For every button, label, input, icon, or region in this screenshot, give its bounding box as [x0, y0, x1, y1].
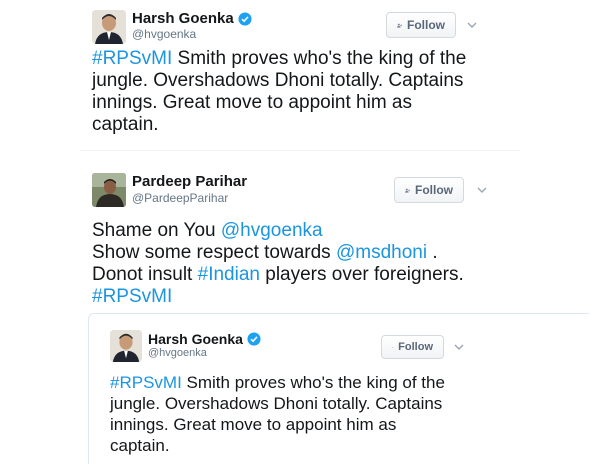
add-user-icon: [397, 20, 402, 31]
follow-button-label: Follow: [398, 341, 433, 353]
hashtag-link[interactable]: #Indian: [198, 264, 260, 285]
avatar-image: [110, 330, 142, 362]
avatar-image: [92, 10, 126, 44]
verified-badge-icon: [238, 12, 252, 26]
avatar-harsh-goenka[interactable]: [92, 10, 126, 44]
tweet-text-line: #RPSvMI Smith proves who's the king of t…: [92, 48, 466, 70]
mention-link[interactable]: @msdhoni: [336, 242, 427, 263]
avatar-image: [92, 173, 126, 207]
chevron-down-icon[interactable]: [477, 186, 487, 194]
tweet-text-line: Shame on You @hvgoenka: [92, 220, 464, 242]
user-handle[interactable]: @hvgoenka: [132, 27, 196, 41]
chevron-down-icon[interactable]: [454, 343, 464, 351]
display-name[interactable]: Harsh Goenka: [148, 331, 261, 347]
tweet-text-segment: Donot insult: [92, 264, 198, 285]
tweet-text-segment: captain.: [110, 436, 170, 455]
hashtag-link[interactable]: #RPSvMI: [92, 48, 172, 69]
display-name-text: Pardeep Parihar: [132, 173, 247, 190]
user-handle[interactable]: @hvgoenka: [148, 347, 207, 359]
follow-button[interactable]: Follow: [381, 335, 444, 359]
tweet-text-segment: innings. Great move to appoint him as: [110, 415, 396, 434]
add-user-icon: [405, 185, 410, 196]
tweet-text-segment: Smith proves who's the king of the: [172, 48, 466, 69]
tweet-text-line: #RPSvMI: [92, 286, 464, 308]
follow-button[interactable]: Follow: [394, 177, 464, 203]
tweet-text-segment: Smith proves who's the king of the: [182, 373, 445, 392]
display-name[interactable]: Pardeep Parihar: [132, 173, 247, 190]
display-name-text: Harsh Goenka: [148, 331, 243, 347]
tweet-text-segment: Show some respect towards: [92, 242, 336, 263]
follow-button[interactable]: Follow: [386, 12, 456, 38]
display-name[interactable]: Harsh Goenka: [132, 10, 252, 27]
user-handle[interactable]: @PardeepParihar: [132, 191, 228, 205]
tweet-text-line: innings. Great move to appoint him as: [110, 414, 445, 435]
tweet-text-line: Show some respect towards @msdhoni .: [92, 242, 464, 264]
tweet-text-line: jungle. Overshadows Dhoni totally. Capta…: [110, 393, 445, 414]
tweet-text-segment: captain.: [92, 114, 159, 135]
tweet-text: Shame on You @hvgoenkaShow some respect …: [92, 220, 464, 308]
tweet-text-segment: jungle. Overshadows Dhoni totally. Capta…: [110, 394, 442, 413]
follow-button-label: Follow: [415, 183, 453, 197]
avatar-harsh-goenka[interactable]: [110, 330, 142, 362]
add-user-icon: [392, 342, 393, 353]
tweet-divider: [80, 150, 520, 151]
verified-badge-icon: [247, 332, 261, 346]
tweet-text: #RPSvMI Smith proves who's the king of t…: [92, 48, 466, 136]
tweet-text-line: captain.: [110, 435, 445, 456]
tweet-text: #RPSvMI Smith proves who's the king of t…: [110, 372, 445, 456]
tweet-text-line: Donot insult #Indian players over foreig…: [92, 264, 464, 286]
tweet-text-segment: innings. Great move to appoint him as: [92, 92, 412, 113]
tweet-text-segment: players over foreigners.: [260, 264, 464, 285]
tweet-text-line: captain.: [92, 114, 466, 136]
tweet-text-line: jungle. Overshadows Dhoni totally. Capta…: [92, 70, 466, 92]
hashtag-link[interactable]: #RPSvMI: [110, 373, 182, 392]
display-name-text: Harsh Goenka: [132, 10, 234, 27]
chevron-down-icon[interactable]: [467, 21, 477, 29]
hashtag-link[interactable]: #RPSvMI: [92, 286, 172, 307]
tweet-text-segment: .: [427, 242, 438, 263]
avatar-pardeep-parihar[interactable]: [92, 173, 126, 207]
follow-button-label: Follow: [407, 18, 445, 32]
mention-link[interactable]: @hvgoenka: [221, 220, 323, 241]
tweet-text-line: #RPSvMI Smith proves who's the king of t…: [110, 372, 445, 393]
tweet-text-segment: Shame on You: [92, 220, 221, 241]
tweet-text-segment: jungle. Overshadows Dhoni totally. Capta…: [92, 70, 463, 91]
tweet-text-line: innings. Great move to appoint him as: [92, 92, 466, 114]
